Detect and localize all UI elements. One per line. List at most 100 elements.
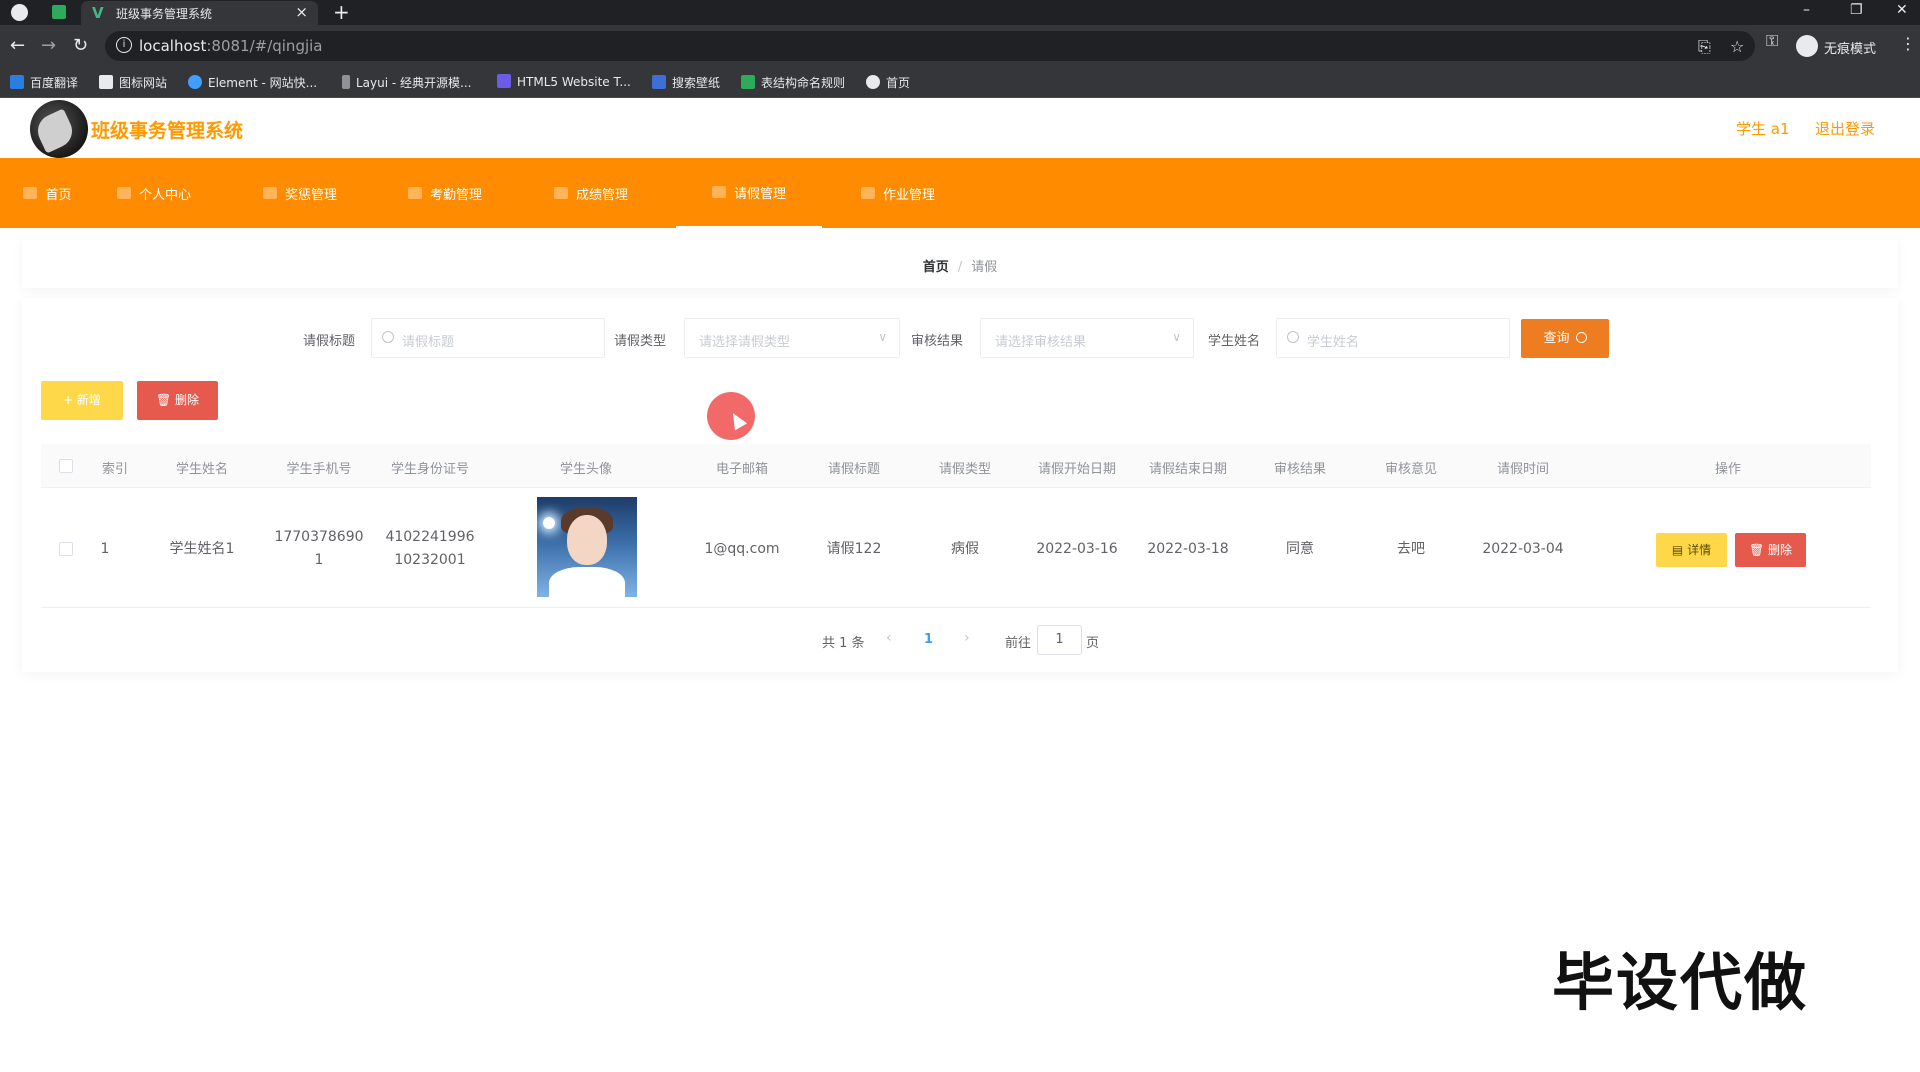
tab-close-icon[interactable]: × xyxy=(295,3,308,21)
bookmark-item[interactable]: 表结构命名规则 xyxy=(741,74,845,92)
cell-time: 2022-03-04 xyxy=(1482,541,1564,557)
search-icon xyxy=(1287,331,1299,343)
document-icon: ▤ xyxy=(1671,543,1688,557)
breadcrumb-current: 请假 xyxy=(971,260,998,275)
layui-bookmark-icon xyxy=(342,75,350,89)
nav-item-grades[interactable]: 成绩管理 xyxy=(541,158,641,228)
flag-bookmark-icon xyxy=(99,75,113,89)
nav-item-homework[interactable]: 作业管理 xyxy=(848,158,948,228)
col-header: 学生手机号 xyxy=(286,462,352,477)
html5-bookmark-icon xyxy=(497,74,511,88)
sheet-bookmark-icon xyxy=(741,75,755,89)
user-icon xyxy=(116,187,131,199)
col-header: 操作 xyxy=(1714,462,1742,477)
restore-icon[interactable]: ❐ xyxy=(1850,2,1863,18)
select-all-checkbox[interactable] xyxy=(59,459,73,473)
col-header: 审核意见 xyxy=(1384,462,1438,477)
incognito-label: 无痕模式 xyxy=(1824,42,1877,57)
bookmark-item[interactable]: 搜索壁纸 xyxy=(652,74,720,92)
sheet-tab-icon[interactable] xyxy=(52,5,66,19)
bookmark-item[interactable]: 首页 xyxy=(866,74,910,92)
pagination-page[interactable]: 1 xyxy=(924,632,933,647)
logout-link[interactable]: 退出登录 xyxy=(1815,118,1875,139)
col-header: 请假时间 xyxy=(1496,462,1550,477)
calendar-icon xyxy=(407,187,422,199)
minimize-icon[interactable]: – xyxy=(1803,2,1810,18)
col-header: 请假标题 xyxy=(827,462,881,477)
nav-item-leave[interactable]: 请假管理 xyxy=(676,158,822,228)
col-header: 电子邮箱 xyxy=(715,462,769,477)
browser-menu-icon[interactable]: ⋮ xyxy=(1900,34,1916,53)
new-tab-icon[interactable]: + xyxy=(333,0,350,24)
bookmark-item[interactable]: 图标网站 xyxy=(99,74,167,92)
breadcrumb: 首页 / 请假 xyxy=(922,260,998,275)
forward-icon[interactable]: → xyxy=(41,35,56,56)
bookmark-item[interactable]: Layui - 经典开源模... xyxy=(342,74,471,92)
browser-tab-bar: V 班级事务管理系统 × + – ❐ ✕ xyxy=(0,0,1920,25)
chevron-down-icon: ∨ xyxy=(1172,330,1181,344)
cell-result: 同意 xyxy=(1286,541,1314,557)
translate-icon[interactable]: ⎘ xyxy=(1698,37,1711,57)
browser-tab-active[interactable]: V 班级事务管理系统 × xyxy=(81,1,318,25)
nav-item-rewards[interactable]: 奖惩管理 xyxy=(250,158,350,228)
col-header: 学生身份证号 xyxy=(390,462,470,477)
pagination-goto-label: 前往 xyxy=(1005,636,1032,651)
bookmark-item[interactable]: HTML5 Website T... xyxy=(497,74,631,92)
cell-name: 学生姓名1 xyxy=(169,541,235,557)
row-checkbox[interactable] xyxy=(59,542,73,556)
incognito-icon[interactable] xyxy=(1796,35,1818,57)
cell-opinion: 去吧 xyxy=(1397,541,1425,557)
bookmark-item[interactable]: Element - 网站快... xyxy=(188,74,317,92)
key-icon[interactable]: ⚿ xyxy=(1766,31,1778,51)
filter-result-label: 审核结果 xyxy=(911,334,964,349)
cell-type: 病假 xyxy=(951,541,979,557)
col-header: 请假结束日期 xyxy=(1148,462,1228,477)
close-window-icon[interactable]: ✕ xyxy=(1896,2,1908,18)
app-title: 班级事务管理系统 xyxy=(91,120,244,142)
cell-email: 1@qq.com xyxy=(704,541,780,557)
query-button[interactable]: 查询 xyxy=(1521,319,1609,358)
filter-title-label: 请假标题 xyxy=(303,334,356,349)
filter-result-select[interactable]: 请选择审核结果 ∨ xyxy=(980,318,1194,358)
search-icon xyxy=(382,331,394,343)
cell-phone: 1770378690 1 xyxy=(274,529,364,568)
col-header: 索引 xyxy=(101,462,129,477)
col-header: 请假类型 xyxy=(938,462,992,477)
col-header: 审核结果 xyxy=(1273,462,1327,477)
detail-button[interactable]: ▤ 详情 xyxy=(1656,533,1727,567)
table-header: 索引 学生姓名 学生手机号 学生身份证号 学生头像 电子邮箱 请假标题 请假类型… xyxy=(41,444,1871,488)
add-button[interactable]: + 新增 xyxy=(41,381,123,420)
student-avatar xyxy=(537,497,637,597)
reload-icon[interactable]: ↻ xyxy=(73,35,88,56)
nav-item-attendance[interactable]: 考勤管理 xyxy=(395,158,495,228)
col-header: 学生姓名 xyxy=(175,462,229,477)
cell-index: 1 xyxy=(100,541,110,557)
globe-bookmark-icon xyxy=(866,75,880,89)
bookmark-star-icon[interactable]: ☆ xyxy=(1730,37,1744,56)
chevron-down-icon: ∨ xyxy=(878,330,887,344)
col-header: 学生头像 xyxy=(559,462,613,477)
site-info-icon[interactable]: i xyxy=(116,37,132,53)
chart-icon xyxy=(553,187,568,199)
url-field[interactable]: i localhost:8081/#/qingjia ⎘ ☆ xyxy=(105,31,1755,61)
prev-page-icon[interactable]: ‹ xyxy=(886,630,892,646)
batch-delete-button[interactable]: 🗑 删除 xyxy=(137,381,218,420)
chrome-icon[interactable] xyxy=(11,4,28,21)
bookmark-item[interactable]: 百度翻译 xyxy=(10,74,78,92)
nav-item-home[interactable]: 首页 xyxy=(0,158,95,228)
next-page-icon[interactable]: › xyxy=(964,630,970,646)
breadcrumb-home[interactable]: 首页 xyxy=(923,260,949,275)
filter-title-input[interactable]: 请假标题 xyxy=(371,318,605,358)
trash-icon: 🗑 xyxy=(155,393,176,407)
back-icon[interactable]: ← xyxy=(10,35,25,56)
nav-item-profile[interactable]: 个人中心 xyxy=(104,158,204,228)
filter-name-input[interactable]: 学生姓名 xyxy=(1276,318,1510,358)
filter-type-label: 请假类型 xyxy=(614,334,667,349)
delete-row-button[interactable]: 🗑 删除 xyxy=(1735,533,1806,567)
book-icon xyxy=(860,187,875,199)
document-icon xyxy=(711,186,726,198)
pagination-page-suffix: 页 xyxy=(1086,636,1100,651)
award-icon xyxy=(262,187,277,199)
pagination-goto-input[interactable]: 1 xyxy=(1037,625,1082,655)
filter-type-select[interactable]: 请选择请假类型 ∨ xyxy=(684,318,900,358)
